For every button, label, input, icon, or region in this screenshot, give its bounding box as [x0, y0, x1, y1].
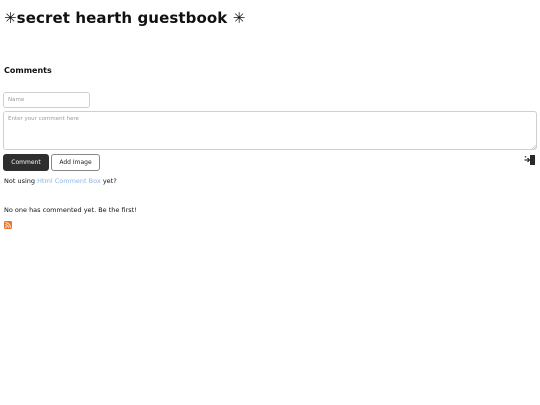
promo-suffix: yet? [102, 177, 117, 185]
resize-grip-icon[interactable] [532, 145, 536, 149]
guestbook-page: ✳secret hearth guestbook ✳ Comments Comm… [0, 0, 540, 405]
comments-heading: Comments [4, 66, 52, 75]
add-image-button[interactable]: Add Image [51, 154, 100, 171]
login-icon[interactable] [524, 154, 536, 166]
empty-comments-message: No one has commented yet. Be the first! [4, 206, 137, 214]
rss-feed-icon[interactable] [4, 221, 12, 229]
name-input[interactable] [3, 92, 90, 108]
comment-textarea[interactable] [3, 111, 537, 150]
page-title: ✳secret hearth guestbook ✳ [4, 9, 246, 27]
comment-button[interactable]: Comment [3, 154, 49, 171]
promo-prefix: Not using [4, 177, 36, 185]
promo-text: Not using Html Comment Box yet? [4, 177, 117, 185]
html-comment-box-link[interactable]: Html Comment Box [37, 177, 101, 185]
